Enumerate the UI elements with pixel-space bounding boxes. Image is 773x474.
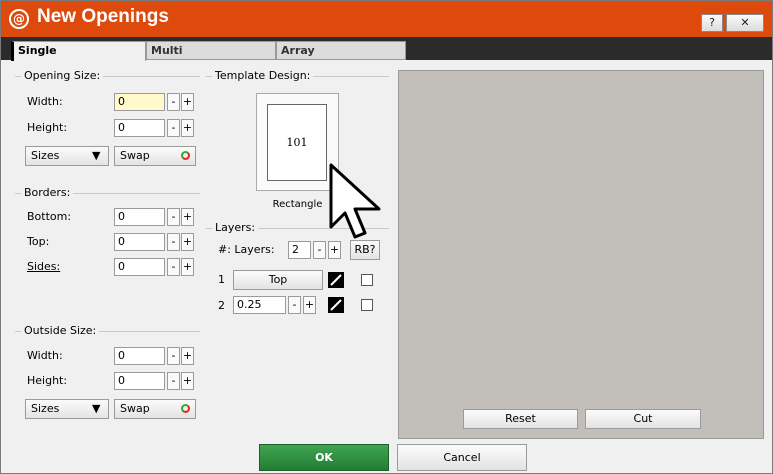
opening-sizes-label: Sizes [31,149,60,162]
layer-2-index: 2 [218,299,225,312]
help-button[interactable]: ? [701,14,723,32]
outside-swap-label: Swap [120,402,150,415]
template-number: 101 [267,104,327,181]
help-icon: ? [709,16,715,29]
layers-count-input[interactable]: 2 [288,241,311,259]
layer-2-input[interactable]: 0.25 [233,296,286,314]
layer-1-pen-icon[interactable] [328,272,344,288]
layer-1-checkbox[interactable] [361,274,373,286]
outside-width-decrement[interactable]: - [167,347,180,365]
tab-single[interactable]: Single [11,41,146,61]
outside-sizes-label: Sizes [31,402,60,415]
swap-icon [181,404,190,413]
outside-sizes-dropdown[interactable]: Sizes ▼ [25,399,109,419]
outside-swap-button[interactable]: Swap [114,399,196,419]
border-bottom-input[interactable]: 0 [114,208,165,226]
close-button[interactable]: ✕ [726,14,764,32]
border-top-decrement[interactable]: - [167,233,180,251]
opening-width-decrement[interactable]: - [167,93,180,111]
borders-label: Borders: [21,186,74,199]
outside-size-label: Outside Size: [21,324,100,337]
cut-button[interactable]: Cut [585,409,701,429]
outside-width-input[interactable]: 0 [114,347,165,365]
opening-height-label: Height: [27,121,68,134]
outside-height-label: Height: [27,374,68,387]
border-sides-input[interactable]: 0 [114,258,165,276]
outside-width-increment[interactable]: + [181,347,194,365]
pen-icon [330,299,342,311]
layers-count-label: #: Layers: [218,243,275,256]
dropdown-arrow-icon: ▼ [92,149,101,162]
tab-multi[interactable]: Multi [146,41,276,60]
border-sides-decrement[interactable]: - [167,258,180,276]
swap-icon [181,151,190,160]
layers-count-increment[interactable]: + [328,241,341,259]
layer-1-top-button[interactable]: Top [233,270,323,290]
layer-2-decrement[interactable]: - [288,296,301,314]
outside-height-input[interactable]: 0 [114,372,165,390]
dropdown-arrow-icon: ▼ [92,402,101,415]
layer-2-pen-icon[interactable] [328,297,344,313]
border-bottom-label: Bottom: [27,210,72,223]
opening-height-input[interactable]: 0 [114,119,165,137]
opening-width-input[interactable]: 0 [114,93,165,111]
opening-width-label: Width: [27,95,63,108]
opening-sizes-dropdown[interactable]: Sizes ▼ [25,146,109,166]
outside-width-label: Width: [27,349,63,362]
template-design-label: Template Design: [212,69,314,82]
reset-button[interactable]: Reset [463,409,578,429]
border-top-label: Top: [27,235,50,248]
outside-height-increment[interactable]: + [181,372,194,390]
tab-array[interactable]: Array [276,41,406,60]
border-sides-label[interactable]: Sides: [27,260,60,273]
close-icon: ✕ [740,16,750,29]
opening-height-increment[interactable]: + [181,119,194,137]
outside-height-decrement[interactable]: - [167,372,180,390]
border-top-increment[interactable]: + [181,233,194,251]
opening-size-label: Opening Size: [21,69,104,82]
window-title: New Openings [37,6,169,27]
opening-height-decrement[interactable]: - [167,119,180,137]
cursor-icon [329,163,381,239]
ok-button[interactable]: OK [259,444,389,471]
layers-count-decrement[interactable]: - [313,241,326,259]
new-openings-window: @ New Openings ? ✕ Single Multi Array Op… [0,0,773,474]
layer-2-checkbox[interactable] [361,299,373,311]
opening-swap-button[interactable]: Swap [114,146,196,166]
layer-1-index: 1 [218,273,225,286]
logo-icon: @ [9,9,29,29]
border-bottom-decrement[interactable]: - [167,208,180,226]
border-top-input[interactable]: 0 [114,233,165,251]
layers-label: Layers: [212,221,259,234]
opening-width-increment[interactable]: + [181,93,194,111]
border-sides-increment[interactable]: + [181,258,194,276]
layer-2-increment[interactable]: + [303,296,316,314]
pen-icon [330,274,342,286]
rb-button[interactable]: RB? [350,240,380,260]
title-bar: @ New Openings ? ✕ [1,1,772,37]
opening-swap-label: Swap [120,149,150,162]
border-bottom-increment[interactable]: + [181,208,194,226]
preview-panel [398,70,764,439]
cancel-button[interactable]: Cancel [397,444,527,471]
